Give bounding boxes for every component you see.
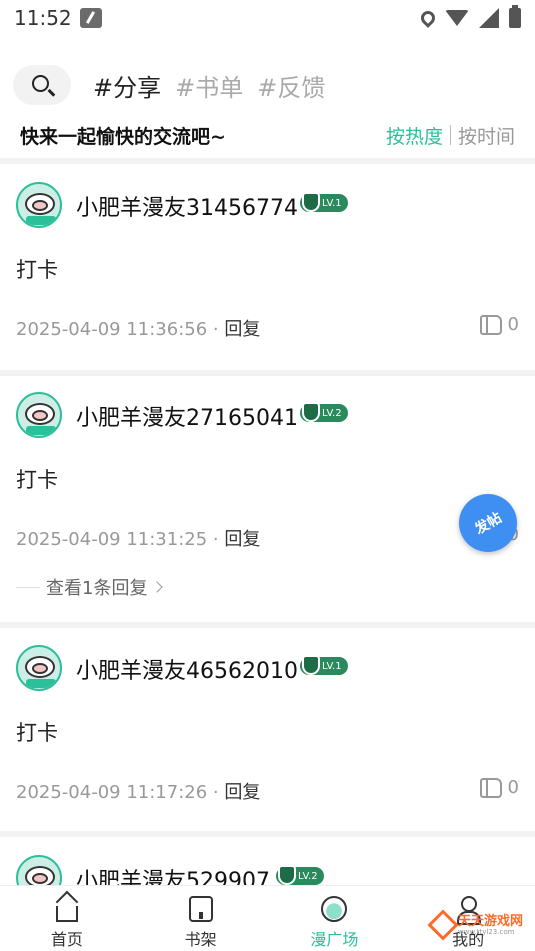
level-label: LV.2 [322,407,342,419]
post-card[interactable]: 小肥羊漫友46562010 LV.1 打卡 2025-04-09 11:17:2… [0,627,535,833]
sheep-face [32,200,48,211]
meta-separator: · [207,782,225,803]
discussion-title: 快来一起愉快的交流吧~ [20,125,226,148]
post-content: 打卡 [16,258,58,282]
tab-home[interactable]: 首页 [0,886,134,951]
watermark-text-block: 天天游戏网 www.ttyl23.com [458,915,523,936]
level-label: LV.1 [322,660,342,672]
post-meta: 2025-04-09 11:17:26 · 回复 [16,778,260,804]
reply-thread-line [16,586,40,588]
post-content: 打卡 [16,721,58,745]
tag-share[interactable]: #分享 [93,68,161,103]
avatar[interactable] [16,182,62,228]
post-card[interactable]: 小肥羊漫友27165041 LV.2 打卡 2025-04-09 11:31:2… [0,374,535,622]
watermark-logo-icon [427,909,459,941]
level-label: LV.2 [298,870,318,882]
meta-separator: · [207,319,225,340]
chevron-right-icon [151,581,164,593]
create-post-button[interactable]: 发帖 [459,494,517,552]
home-icon [55,906,78,922]
status-time: 11:52 [14,6,72,30]
level-shield-icon [278,865,296,885]
view-replies-link[interactable]: 查看1条回复 [16,574,164,600]
post-content: 打卡 [16,468,58,492]
search-button[interactable] [13,65,71,105]
post-time: 2025-04-09 11:17:26 [16,782,208,803]
level-shield-icon [302,402,320,422]
search-icon [32,75,49,92]
post-time: 2025-04-09 11:36:56 [16,319,208,340]
discussion-header: 快来一起愉快的交流吧~ 按热度 按时间 [0,118,535,152]
sort-divider [449,125,451,145]
level-label: LV.1 [322,197,342,209]
username[interactable]: 小肥羊漫友529907 [76,863,270,885]
thumbs-up-icon [479,314,502,335]
site-watermark: 天天游戏网 www.ttyl23.com [427,909,523,941]
avatar[interactable] [16,392,62,438]
like-count: 0 [507,777,519,798]
tag-feedback[interactable]: #反馈 [257,68,325,103]
avatar-ribbon [26,216,56,225]
reply-button[interactable]: 回复 [224,319,260,340]
tag-booklist[interactable]: #书单 [175,68,243,103]
sort-by-time[interactable]: 按时间 [458,122,515,149]
tab-plaza-label: 漫广场 [310,930,359,949]
like-count: 0 [507,314,519,335]
tab-bookshelf[interactable]: 书架 [134,886,268,951]
post-card[interactable]: 小肥羊漫友529907 LV.2 [0,837,535,885]
username[interactable]: 小肥羊漫友46562010 [76,653,298,685]
level-shield-icon [302,655,320,675]
tab-home-label: 首页 [50,930,83,949]
sort-toggle: 按热度 按时间 [386,122,515,149]
reply-button[interactable]: 回复 [224,529,260,550]
post-time: 2025-04-09 11:31:25 [16,529,208,550]
meta-separator: · [207,529,225,550]
avatar[interactable] [16,855,62,885]
battery-icon [509,5,521,28]
post-meta: 2025-04-09 11:36:56 · 回复 [16,315,260,341]
wifi-icon [445,10,469,26]
level-badge: LV.2 [276,865,324,885]
create-post-label: 发帖 [472,509,505,538]
like-button[interactable]: 0 [479,314,519,335]
username[interactable]: 小肥羊漫友27165041 [76,400,298,432]
post-meta: 2025-04-09 11:31:25 · 回复 [16,525,260,551]
avatar-ribbon [26,679,56,688]
sheep-face [32,873,48,884]
bookshelf-icon [188,896,213,922]
level-badge: LV.1 [300,655,348,675]
plaza-icon [321,896,348,922]
thumbs-up-icon [479,777,502,798]
avatar-ribbon [26,426,56,435]
sheep-face [32,410,48,421]
sheep-face [32,663,48,674]
signal-icon [479,8,499,28]
location-icon [418,8,438,28]
status-icons [418,5,521,28]
level-shield-icon [302,192,320,212]
reply-button[interactable]: 回复 [224,782,260,803]
sort-by-popularity[interactable]: 按热度 [386,122,443,149]
edit-notification-icon [79,8,102,28]
level-badge: LV.2 [300,402,348,422]
avatar[interactable] [16,645,62,691]
tag-filter-row: #分享 #书单 #反馈 [0,62,535,108]
like-button[interactable]: 0 [479,777,519,798]
watermark-text: 天天游戏网 [458,913,524,929]
tab-bookshelf-label: 书架 [184,930,217,949]
tab-plaza[interactable]: 漫广场 [268,886,402,951]
post-card[interactable]: 小肥羊漫友31456774 LV.1 打卡 2025-04-09 11:36:5… [0,164,535,370]
username[interactable]: 小肥羊漫友31456774 [76,190,298,222]
view-replies-label: 查看1条回复 [46,578,148,599]
watermark-url: www.ttyl23.com [458,927,515,936]
status-bar: 11:52 [0,0,535,36]
level-badge: LV.1 [300,192,348,212]
